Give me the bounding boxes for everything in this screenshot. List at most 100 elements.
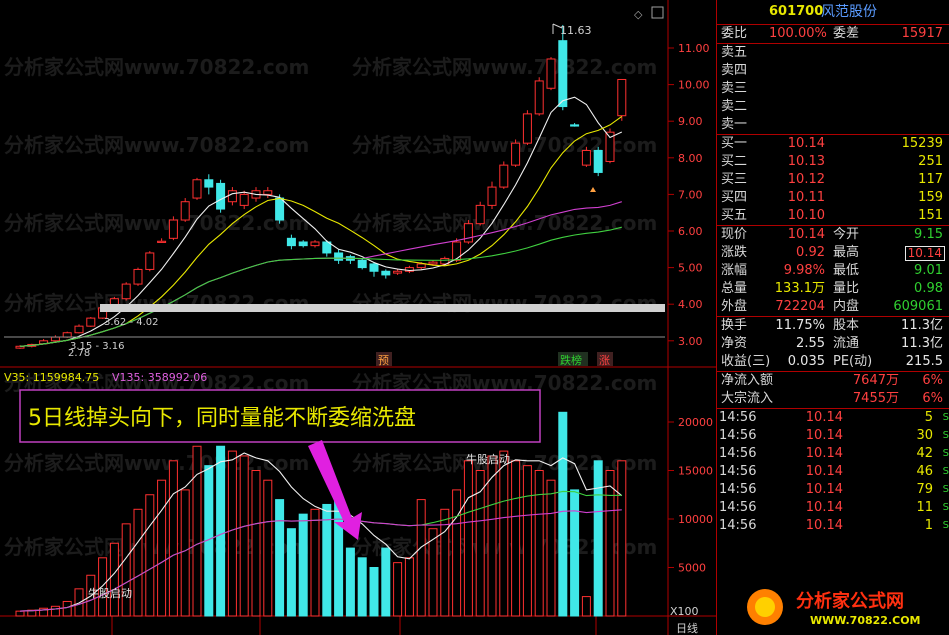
tick-row[interactable]: 14:56 10.14 30 S [717,427,949,445]
candle[interactable] [133,267,143,286]
candle[interactable] [157,238,167,243]
volume-bar[interactable] [121,523,131,617]
volume-bar[interactable] [605,470,615,617]
volume-bar[interactable] [239,455,249,617]
candle[interactable] [404,265,414,274]
candle[interactable] [334,249,344,264]
volume-bar[interactable] [145,494,155,617]
tick-list[interactable]: 14:56 10.14 5 S 14:56 10.14 30 S 14:56 10.14 42 S 14… [717,409,949,535]
candle[interactable] [86,317,96,327]
candle[interactable] [263,187,273,199]
candle[interactable] [393,269,403,275]
volume-bar[interactable] [416,499,426,617]
candle[interactable] [204,174,214,195]
volume-tick: 5000 [678,562,706,575]
volume-bar[interactable] [404,557,414,617]
v135-label: V135: 358992.06 [112,371,207,384]
watermark-text: 分析家公式网www.70822.com [4,451,309,475]
candle[interactable] [50,335,60,342]
candle[interactable] [499,161,509,189]
candle[interactable] [227,187,237,206]
volume-bar[interactable] [251,470,261,617]
tick-row[interactable]: 14:56 10.14 11 S [717,499,949,517]
volume-bar[interactable] [286,528,296,617]
candle[interactable] [357,258,367,270]
volume-bar[interactable] [357,557,367,617]
marker-zhang-text: 涨 [599,354,610,367]
volume-bar[interactable] [168,460,178,617]
candle[interactable] [475,201,485,226]
volume-bar[interactable] [109,542,119,617]
volume-bar[interactable] [452,489,462,617]
volume-bar[interactable] [570,489,580,617]
candle[interactable] [180,198,190,222]
volume-bar[interactable] [62,600,72,617]
tick-row[interactable]: 14:56 10.14 46 S [717,463,949,481]
tick-row[interactable]: 14:56 10.14 42 S [717,445,949,463]
volume-bar[interactable] [133,508,143,617]
volume-bar[interactable] [463,460,473,617]
volume-bar[interactable] [617,460,627,617]
volume-bar[interactable] [593,460,603,617]
volume-bar[interactable] [546,479,556,617]
volume-bar[interactable] [534,470,544,617]
stock-name[interactable]: 风范股份 [821,0,877,24]
candle[interactable] [239,190,249,210]
volume-bar[interactable] [322,503,332,617]
candle[interactable] [121,282,131,301]
volume-bar[interactable] [581,596,591,617]
candle[interactable] [558,24,568,111]
volume-bar[interactable] [381,547,391,617]
diamond-icon[interactable]: ◇ [634,8,643,21]
volume-bar[interactable] [298,513,308,617]
candle[interactable] [192,177,202,200]
volume-bar[interactable] [499,450,509,617]
tick-row[interactable]: 14:56 10.14 5 S [717,409,949,427]
candle[interactable] [145,251,155,272]
ask-row: 卖二 [721,99,748,114]
candle[interactable] [381,269,391,279]
tick-row[interactable]: 14:56 10.14 1 S [717,517,949,535]
volume-bar[interactable] [558,411,568,617]
volume-bar[interactable] [393,562,403,617]
volume-bar[interactable] [334,499,344,617]
volume-bar[interactable] [180,489,190,617]
volume-bar[interactable] [227,450,237,617]
candle[interactable] [345,254,355,264]
stock-header: 601700 风范股份 [717,0,949,24]
candle[interactable] [487,181,497,210]
candle[interactable] [216,179,226,213]
kline-chart[interactable]: 分析家公式网www.70822.com 分析家公式网www.70822.com 分析… [0,0,716,635]
volume-bar[interactable] [369,567,379,617]
volume-bar[interactable] [511,460,521,617]
volume-bar[interactable] [522,465,532,617]
candle[interactable] [286,234,296,250]
volume-bar[interactable] [345,547,355,617]
volume-bar[interactable] [15,610,25,617]
candle[interactable] [369,262,379,277]
candle[interactable] [74,324,84,334]
candle[interactable] [522,110,532,145]
candle[interactable] [546,57,556,91]
candle[interactable] [310,240,320,248]
stock-code[interactable]: 601700 [769,0,823,24]
candle[interactable] [593,146,603,177]
volume-bar[interactable] [157,479,167,617]
candle[interactable] [168,216,178,241]
candle[interactable] [534,77,544,116]
candle[interactable] [298,240,308,248]
volume-bar[interactable] [263,479,273,617]
tick-row[interactable]: 14:56 10.14 79 S [717,481,949,499]
candle[interactable] [617,78,627,121]
bull-label-right: 牛股启动 [466,452,510,466]
volume-bar[interactable] [216,445,226,617]
candle[interactable] [511,139,521,167]
volume-bar[interactable] [192,445,202,617]
quote-panel: 601700 风范股份 委比 100.00% 委差 15917 卖五 卖四 卖三 卖二… [716,0,949,635]
candle[interactable] [463,220,473,244]
volume-bar[interactable] [310,508,320,617]
restore-icon[interactable] [651,6,664,19]
candle[interactable] [570,123,580,127]
volume-bar[interactable] [50,605,60,617]
volume-bar[interactable] [275,499,285,617]
